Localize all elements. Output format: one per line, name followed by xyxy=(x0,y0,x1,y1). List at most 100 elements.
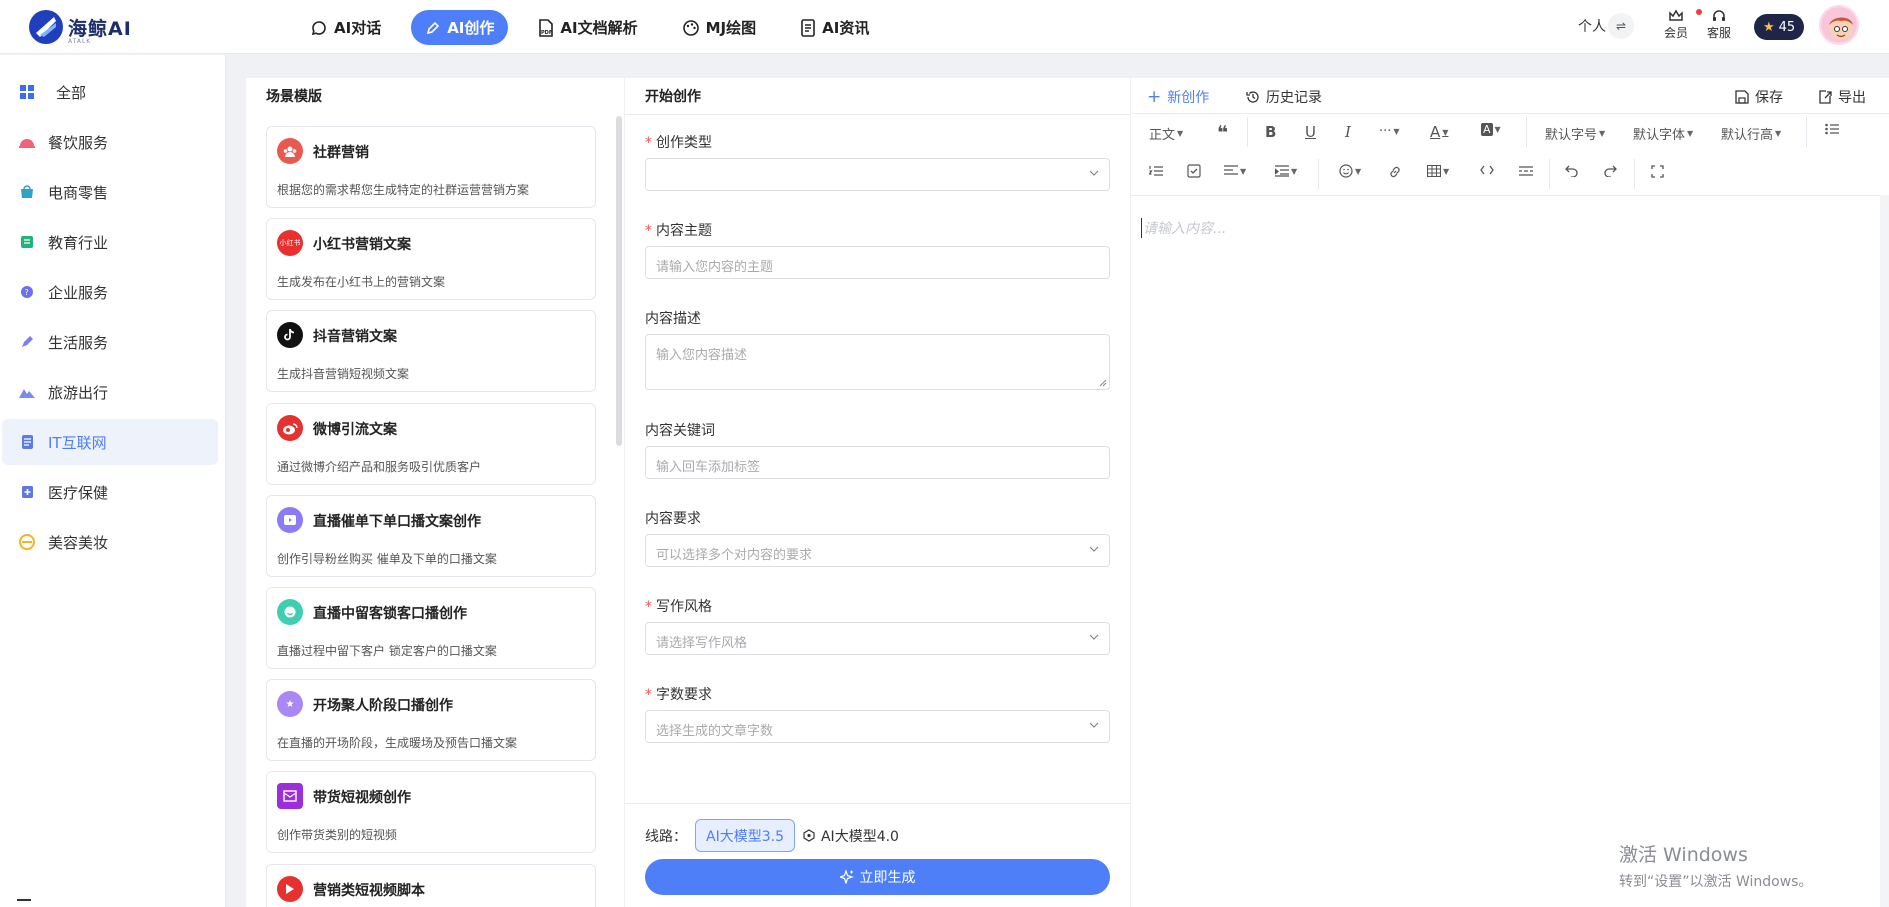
sidebar-item-education[interactable]: 教育行业 xyxy=(2,219,218,265)
route-label: 线路： xyxy=(645,828,687,845)
sidebar-item-travel[interactable]: 旅游出行 xyxy=(2,369,218,415)
indent-icon[interactable]: ▼ xyxy=(1275,165,1297,177)
nav-mj-draw[interactable]: MJ绘图 xyxy=(668,10,771,45)
creation-type-select[interactable] xyxy=(645,158,1110,191)
redo-icon[interactable] xyxy=(1603,165,1617,177)
category-sidebar: 全部 餐饮服务 电商零售 教育行业 ? 企业服务 生活服务 旅游出行 IT互联网… xyxy=(0,55,226,907)
play-icon xyxy=(277,876,303,902)
life-icon xyxy=(19,334,35,350)
chevron-down-icon xyxy=(1089,170,1099,176)
editor-scrollbar[interactable] xyxy=(1880,195,1889,907)
template-card-weibo[interactable]: 微博引流文案 通过微博介绍产品和服务吸引优质客户 xyxy=(266,403,596,485)
sidebar-item-beauty[interactable]: 美容美妆 xyxy=(2,519,218,565)
link-icon[interactable] xyxy=(1388,165,1402,179)
paragraph-style-select[interactable]: 正文 ▼ xyxy=(1149,124,1183,143)
personal-label[interactable]: 个人 xyxy=(1578,16,1606,36)
export-icon xyxy=(1819,90,1832,104)
bullet-list-icon[interactable] xyxy=(1825,123,1839,135)
quote-icon[interactable]: ❝ xyxy=(1217,122,1228,144)
editor-topbar: + 新创作 历史记录 保存 导出 xyxy=(1131,78,1889,114)
fullscreen-icon[interactable] xyxy=(1651,165,1664,178)
numbered-list-icon[interactable] xyxy=(1149,165,1163,177)
keyword-input[interactable]: 输入回车添加标签 xyxy=(645,446,1110,479)
template-card-live-retain[interactable]: 直播中留客锁客口播创作 直播过程中留下客户 锁定客户的口播文案 xyxy=(266,587,596,669)
bold-icon[interactable]: B xyxy=(1265,123,1276,141)
pdf-icon: PDF xyxy=(539,18,554,37)
service-button[interactable]: 客服 xyxy=(1707,8,1731,41)
export-button[interactable]: 导出 xyxy=(1818,87,1866,107)
font-size-select[interactable]: 默认字号 ▼ xyxy=(1545,124,1605,143)
word-count-select[interactable]: 选择生成的文章字数 xyxy=(645,710,1110,743)
font-family-select[interactable]: 默认字体 ▼ xyxy=(1633,124,1693,143)
crown-icon xyxy=(1669,9,1683,21)
vip-button[interactable]: 会员 xyxy=(1664,8,1688,41)
community-icon xyxy=(277,138,303,164)
topic-input[interactable]: 请输入您内容的主题 xyxy=(645,246,1110,279)
sidebar-collapse-handle[interactable] xyxy=(17,899,31,901)
highlight-color-icon[interactable]: A ▼ xyxy=(1481,123,1501,136)
undo-icon[interactable] xyxy=(1565,165,1579,177)
nav-ai-news[interactable]: AI资讯 xyxy=(786,10,883,45)
switch-account-icon[interactable]: ⇌ xyxy=(1608,13,1634,39)
main-nav: AI对话 AI创作 PDF AI文档解析 MJ绘图 AI资讯 xyxy=(296,10,883,45)
hexagon-icon xyxy=(803,829,815,842)
editor-content-area[interactable]: 请输入内容... xyxy=(1141,218,1226,238)
avatar[interactable] xyxy=(1819,5,1859,45)
style-select[interactable]: 请选择写作风格 xyxy=(645,622,1110,655)
template-card-community[interactable]: 社群营销 根据您的需求帮您生成特定的社群运营营销方案 xyxy=(266,126,596,208)
dining-icon xyxy=(19,134,35,150)
whale-logo-icon xyxy=(29,10,63,44)
sidebar-item-life[interactable]: 生活服务 xyxy=(2,319,218,365)
align-icon[interactable]: ▼ xyxy=(1224,165,1246,177)
more-format-icon[interactable]: ··· ▼ xyxy=(1379,124,1400,139)
requirement-select[interactable]: 可以选择多个对内容的要求 xyxy=(645,534,1110,567)
history-button[interactable]: 历史记录 xyxy=(1246,87,1322,107)
nav-ai-chat[interactable]: AI对话 xyxy=(296,10,395,45)
save-button[interactable]: 保存 xyxy=(1735,87,1783,107)
nav-ai-create[interactable]: AI创作 xyxy=(411,10,509,45)
form-title: 开始创作 xyxy=(645,89,701,105)
palette-icon xyxy=(682,19,699,36)
svg-text:PDF: PDF xyxy=(541,30,552,36)
template-scrollbar[interactable] xyxy=(616,116,622,446)
template-card-opening[interactable]: ★ 开场聚人阶段口播创作 在直播的开场阶段，生成暖场及预告口播文案 xyxy=(266,679,596,761)
underline-icon[interactable]: U xyxy=(1305,123,1316,141)
top-bar: 海鲸AI ATALK AI对话 AI创作 PDF AI文档解析 MJ绘图 AI资… xyxy=(0,0,1889,54)
logo[interactable]: 海鲸AI ATALK xyxy=(28,9,132,45)
emoji-icon[interactable]: ▼ xyxy=(1339,164,1361,178)
code-icon[interactable] xyxy=(1480,165,1494,175)
generate-button[interactable]: 立即生成 xyxy=(645,859,1110,895)
divider-icon[interactable] xyxy=(1519,166,1533,176)
sidebar-item-medical[interactable]: 医疗保健 xyxy=(2,469,218,515)
template-card-douyin[interactable]: 抖音营销文案 生成抖音营销短视频文案 xyxy=(266,310,596,392)
model-3-5-option[interactable]: AI大模型3.5 xyxy=(695,819,795,852)
description-textarea[interactable]: 输入您内容描述 xyxy=(645,334,1110,390)
svg-text:?: ? xyxy=(25,288,29,297)
sidebar-item-ecommerce[interactable]: 电商零售 xyxy=(2,169,218,215)
chat-icon xyxy=(311,20,326,35)
nav-ai-doc[interactable]: PDF AI文档解析 xyxy=(524,10,651,45)
model-4-0-option[interactable]: AI大模型4.0 xyxy=(803,826,899,846)
sidebar-item-all[interactable]: 全部 xyxy=(2,69,218,115)
template-card-xiaohongshu[interactable]: 小红书 小红书营销文案 生成发布在小红书上的营销文案 xyxy=(266,218,596,300)
pen-icon xyxy=(427,21,440,34)
sidebar-item-dining[interactable]: 餐饮服务 xyxy=(2,119,218,165)
italic-icon[interactable]: I xyxy=(1345,123,1351,141)
new-creation-button[interactable]: + 新创作 xyxy=(1147,87,1209,107)
checklist-icon[interactable] xyxy=(1187,164,1201,178)
resize-grip-icon[interactable] xyxy=(1099,379,1107,387)
sidebar-item-it[interactable]: IT互联网 xyxy=(2,419,218,465)
template-card-marketing-script[interactable]: 营销类短视频脚本 xyxy=(266,864,596,907)
sidebar-item-enterprise[interactable]: ? 企业服务 xyxy=(2,269,218,315)
editor-toolbar: 正文 ▼ ❝ B U I ··· ▼ A ▼ A ▼ 默认字号 ▼ 默认字体 ▼ 默认行高 ▼… xyxy=(1131,114,1889,196)
weibo-icon xyxy=(277,415,303,441)
credits-badge[interactable]: ★ 45 xyxy=(1754,14,1805,40)
template-card-live-order[interactable]: 直播催单下单口播文案创作 创作引导粉丝购买 催单及下单的口播文案 xyxy=(266,495,596,577)
table-icon[interactable]: ▼ xyxy=(1427,165,1449,177)
star-icon: ★ xyxy=(1763,19,1775,35)
chevron-down-icon xyxy=(1089,546,1099,552)
font-color-icon[interactable]: A ▼ xyxy=(1430,123,1448,141)
requirement-label: 内容要求 xyxy=(645,511,701,527)
template-card-short-video[interactable]: 带货短视频创作 创作带货类别的短视频 xyxy=(266,771,596,853)
line-height-select[interactable]: 默认行高 ▼ xyxy=(1721,124,1781,143)
